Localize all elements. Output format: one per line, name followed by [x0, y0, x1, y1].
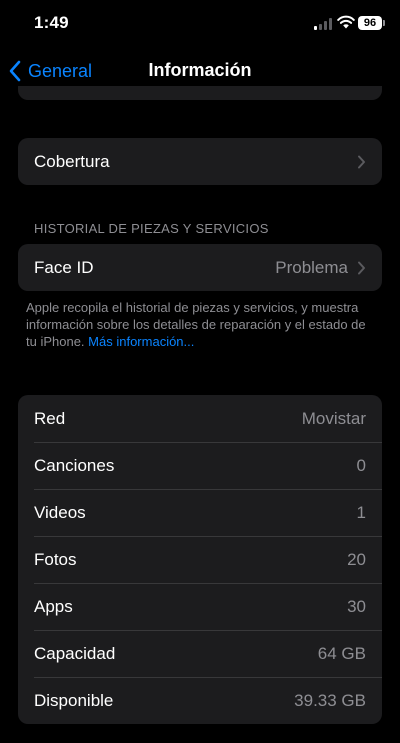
info-row-network: Red Movistar — [18, 395, 382, 442]
battery-icon: 96 — [358, 16, 382, 30]
status-time: 1:49 — [34, 13, 69, 32]
cellular-signal-icon — [314, 18, 332, 30]
row-label: Fotos — [34, 549, 77, 569]
partial-card-above — [18, 86, 382, 100]
row-value: 30 — [347, 596, 366, 616]
device-info-card: Red Movistar Canciones 0 Videos 1 Fotos … — [18, 395, 382, 724]
info-row-apps: Apps 30 — [18, 583, 382, 630]
parts-history-card: Face ID Problema — [18, 244, 382, 291]
coverage-card: Cobertura — [18, 138, 382, 185]
row-value: 64 GB — [317, 643, 366, 663]
section-header-parts-history: HISTORIAL DE PIEZAS Y SERVICIOS — [34, 221, 269, 236]
chevron-right-icon — [358, 261, 365, 275]
info-row-videos: Videos 1 — [18, 489, 382, 536]
page-title: Información — [148, 60, 252, 80]
wifi-icon — [337, 15, 355, 29]
more-info-link[interactable]: Más información... — [88, 334, 194, 349]
row-value: 20 — [347, 549, 366, 569]
row-label: Canciones — [34, 455, 115, 475]
row-value: 1 — [356, 502, 366, 522]
footnote-text: Apple recopila el historial de piezas y … — [26, 300, 366, 349]
row-value: 0 — [356, 455, 366, 475]
face-id-row[interactable]: Face ID Problema — [18, 244, 382, 291]
coverage-label: Cobertura — [34, 151, 110, 171]
face-id-label: Face ID — [34, 257, 94, 277]
row-label: Videos — [34, 502, 86, 522]
face-id-status: Problema — [275, 257, 348, 277]
row-label: Disponible — [34, 690, 114, 710]
info-row-capacity: Capacidad 64 GB — [18, 630, 382, 677]
row-label: Red — [34, 408, 66, 428]
info-row-photos: Fotos 20 — [18, 536, 382, 583]
row-label: Capacidad — [34, 643, 116, 663]
parts-history-footnote: Apple recopila el historial de piezas y … — [26, 299, 376, 350]
info-row-songs: Canciones 0 — [18, 442, 382, 489]
info-row-available: Disponible 39.33 GB — [18, 677, 382, 724]
chevron-right-icon — [358, 155, 365, 169]
status-bar: 1:49 96 — [0, 0, 400, 48]
battery-tip — [383, 20, 385, 26]
row-value: 39.33 GB — [294, 690, 366, 710]
row-label: Apps — [34, 596, 73, 616]
row-value: Movistar — [301, 408, 366, 428]
coverage-row[interactable]: Cobertura — [18, 138, 382, 185]
